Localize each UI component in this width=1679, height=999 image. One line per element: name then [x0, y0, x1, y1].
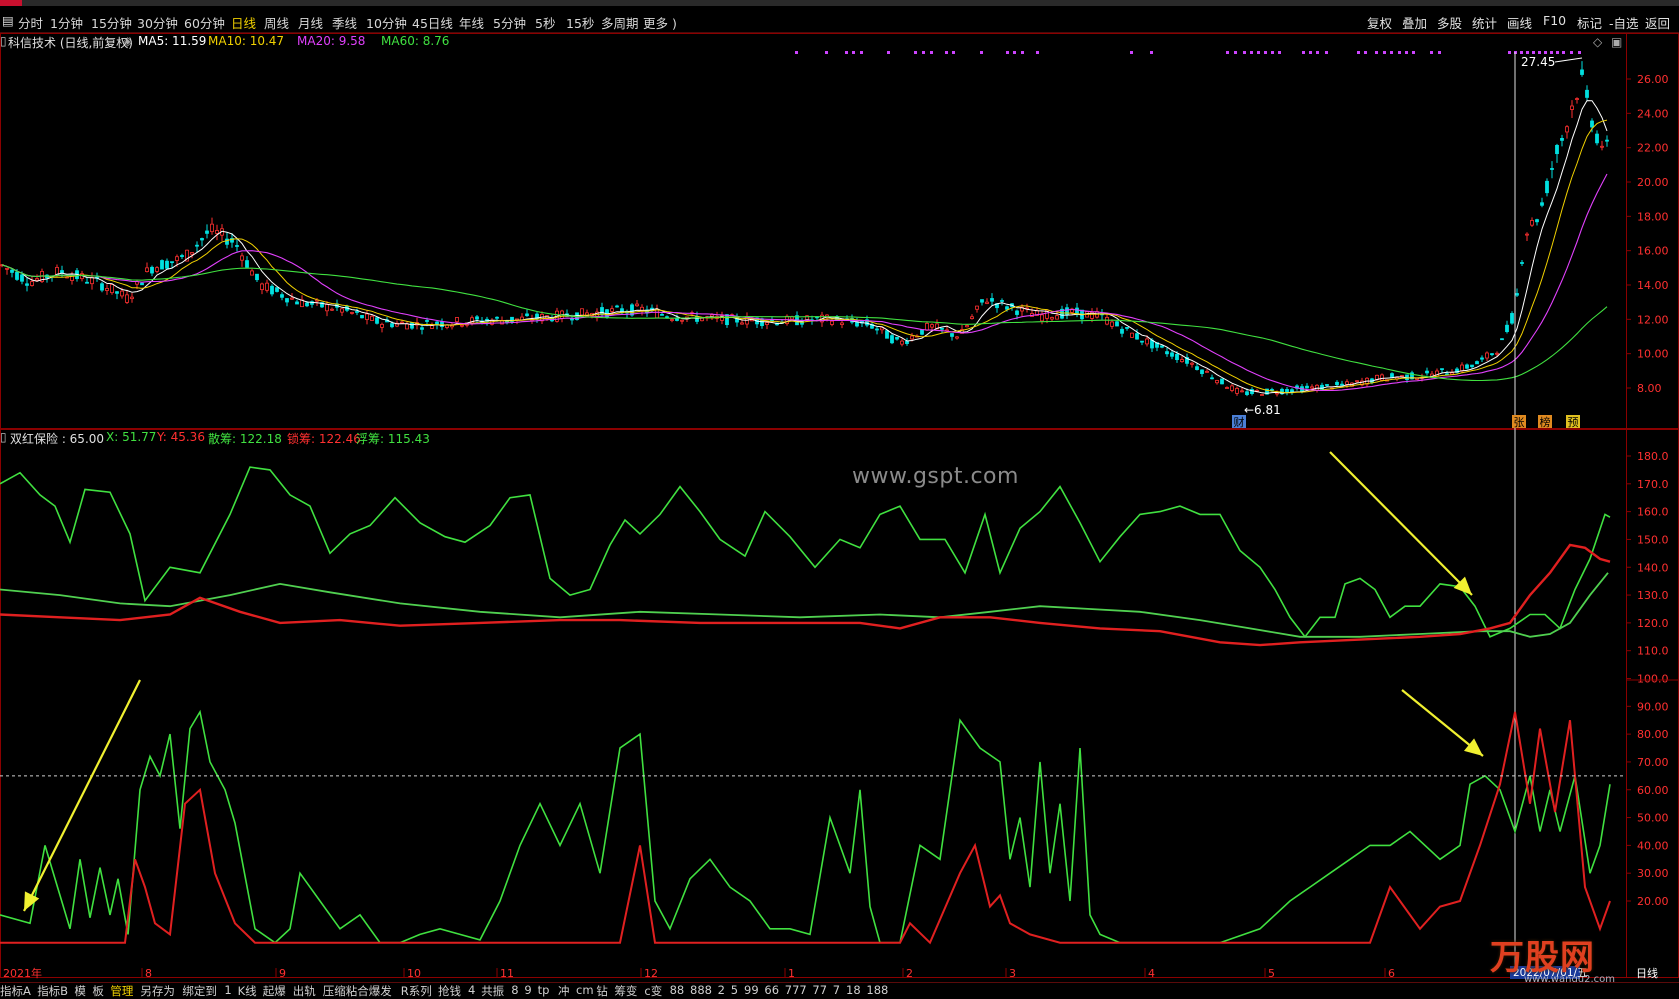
- indicator-tab-5[interactable]: 另存为: [140, 983, 175, 999]
- indicator-tab-31[interactable]: 77: [812, 983, 827, 997]
- indicator-tab-17[interactable]: 9: [524, 983, 531, 997]
- tab-15min[interactable]: 15分钟: [91, 13, 132, 32]
- indicator-tab-15[interactable]: 共振: [481, 983, 504, 999]
- indicator-panel-frame: [0, 429, 1679, 978]
- site-watermark: www.gspt.com: [852, 464, 1019, 489]
- tab-5sec[interactable]: 5秒: [535, 13, 555, 32]
- indicator-tab-32[interactable]: 7: [833, 983, 840, 997]
- add-watchlist-button[interactable]: -自选: [1609, 13, 1639, 32]
- brand-logo: 万股网: [1490, 938, 1595, 978]
- multi-stock-button[interactable]: 多股: [1437, 13, 1462, 32]
- indicator-tab-30[interactable]: 777: [785, 983, 807, 997]
- overlay-button[interactable]: 叠加: [1402, 13, 1427, 32]
- indicator-tab-8[interactable]: K线: [238, 983, 257, 999]
- indicator-tab-19[interactable]: 冲: [558, 983, 570, 999]
- indicator-tab-11[interactable]: 压缩粘合爆发: [323, 983, 392, 999]
- f10-button[interactable]: F10: [1543, 13, 1566, 28]
- indicator-tab-27[interactable]: 5: [731, 983, 738, 997]
- price-panel-frame: [0, 33, 1679, 429]
- tab-more[interactable]: 更多 ): [643, 13, 677, 32]
- indicator-tab-24[interactable]: 88: [670, 983, 685, 997]
- indicator-tab-1[interactable]: 指标B: [37, 983, 68, 999]
- indicator-tab-22[interactable]: 筹变: [614, 983, 637, 999]
- indicator-tab-0[interactable]: 指标A: [0, 983, 31, 999]
- tab-daily[interactable]: 日线: [231, 13, 256, 32]
- indicator-tab-26[interactable]: 2: [718, 983, 725, 997]
- indicator-tab-34[interactable]: 188: [866, 983, 888, 997]
- indicator-tab-33[interactable]: 18: [846, 983, 861, 997]
- indicator-tab-25[interactable]: 888: [690, 983, 712, 997]
- tab-yearly[interactable]: 年线: [459, 13, 484, 32]
- tab-weekly[interactable]: 周线: [264, 13, 289, 32]
- back-button[interactable]: 返回: [1645, 13, 1670, 32]
- draw-line-button[interactable]: 画线: [1507, 13, 1532, 32]
- indicator-tab-7[interactable]: 1: [224, 983, 231, 997]
- indicator-tab-21[interactable]: 钻: [596, 983, 608, 999]
- indicator-tab-2[interactable]: 模: [74, 983, 86, 999]
- tab-quarterly[interactable]: 季线: [332, 13, 357, 32]
- tab-60min[interactable]: 60分钟: [184, 13, 225, 32]
- indicator-tab-23[interactable]: c变: [644, 983, 662, 999]
- indicator-tab-29[interactable]: 66: [764, 983, 779, 997]
- tab-45day[interactable]: 45日线: [412, 13, 453, 32]
- tab-10min[interactable]: 10分钟: [366, 13, 407, 32]
- indicator-tab-6[interactable]: 绑定到: [182, 983, 217, 999]
- tab-monthly[interactable]: 月线: [298, 13, 323, 32]
- tab-30min[interactable]: 30分钟: [137, 13, 178, 32]
- period-toolbar: ▤ 分时 1分钟 15分钟 30分钟 60分钟 日线 周线 月线 季线 10分钟…: [0, 8, 1679, 33]
- indicator-tab-14[interactable]: 4: [468, 983, 475, 997]
- indicator-tab-10[interactable]: 出轨: [293, 983, 316, 999]
- toolbar-grid-icon[interactable]: ▤: [2, 13, 14, 28]
- indicator-tab-16[interactable]: 8: [511, 983, 518, 997]
- indicator-tabs-bar: 指标A 指标B 模板管理 另存为 绑定到 1 K线 起爆 出轨 压缩粘合爆发 R系列 抢钱 4 共振 8 9 t…: [0, 982, 1679, 999]
- indicator-tab-13[interactable]: 抢钱: [438, 983, 461, 999]
- statistics-button[interactable]: 统计: [1472, 13, 1497, 32]
- indicator-tab-12[interactable]: R系列: [401, 983, 432, 999]
- broker-logo-icon: [0, 0, 22, 6]
- indicator-tab-3[interactable]: 板: [92, 983, 104, 999]
- restore-rights-button[interactable]: 复权: [1367, 13, 1392, 32]
- indicator-tab-28[interactable]: 99: [744, 983, 759, 997]
- window-top-strip: [0, 0, 1679, 6]
- indicator-tab-4[interactable]: 管理: [110, 983, 133, 999]
- tab-1min[interactable]: 1分钟: [50, 13, 83, 32]
- indicator-tab-20[interactable]: cm: [576, 983, 594, 997]
- tab-multi-period[interactable]: 多周期: [601, 13, 639, 32]
- tab-fenshi[interactable]: 分时: [18, 13, 43, 32]
- tab-5min[interactable]: 5分钟: [493, 13, 526, 32]
- mark-button[interactable]: 标记: [1577, 13, 1602, 32]
- tab-15sec[interactable]: 15秒: [566, 13, 594, 32]
- indicator-tab-9[interactable]: 起爆: [263, 983, 286, 999]
- indicator-tab-18[interactable]: tp: [538, 983, 550, 997]
- axis-divider: [1626, 33, 1627, 978]
